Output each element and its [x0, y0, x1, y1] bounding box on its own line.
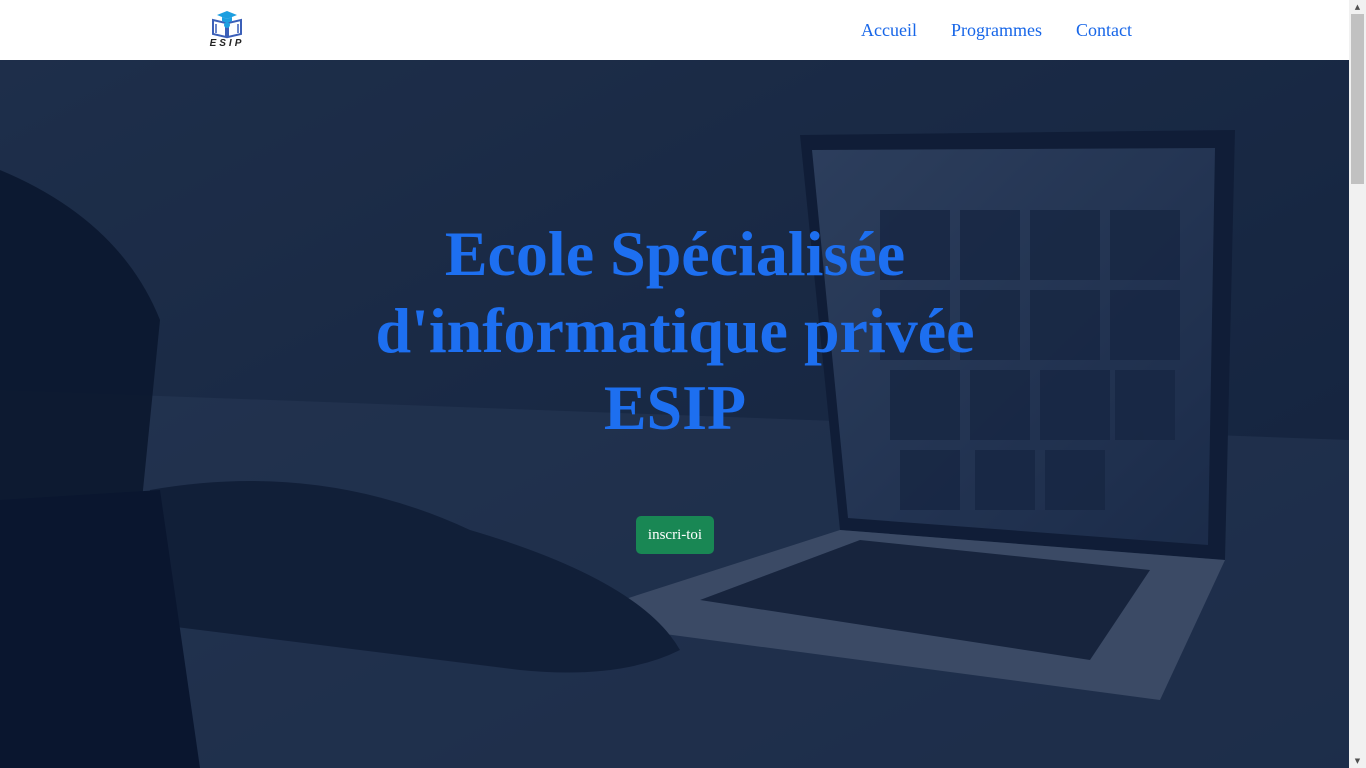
page: ESIP Accueil Programmes Contact Ecole Sp…: [0, 0, 1366, 768]
navbar: ESIP Accueil Programmes Contact: [0, 0, 1349, 60]
scrollbar-thumb[interactable]: [1351, 14, 1364, 184]
nav-link-accueil[interactable]: Accueil: [844, 20, 934, 41]
signup-button[interactable]: inscri-toi: [636, 516, 714, 554]
scroll-up-arrow-icon[interactable]: ▲: [1349, 0, 1366, 14]
esip-logo[interactable]: ESIP: [201, 8, 253, 52]
hero-title: Ecole Spécialisée d'informatique privée …: [300, 215, 1050, 446]
scroll-down-arrow-icon[interactable]: ▼: [1349, 754, 1366, 768]
hero-title-line-1: Ecole Spécialisée: [444, 218, 906, 289]
vertical-scrollbar[interactable]: ▲ ▼: [1349, 0, 1366, 768]
hero-section: Ecole Spécialisée d'informatique privée …: [0, 60, 1349, 768]
nav-link-contact[interactable]: Contact: [1059, 20, 1149, 41]
logo-text: ESIP: [209, 38, 245, 49]
graduation-book-icon: [212, 11, 242, 39]
nav-link-programmes[interactable]: Programmes: [934, 20, 1059, 41]
hero-title-line-3: ESIP: [603, 372, 747, 443]
main-nav: Accueil Programmes Contact: [844, 0, 1149, 60]
hero-title-line-2: d'informatique privée: [375, 295, 975, 366]
